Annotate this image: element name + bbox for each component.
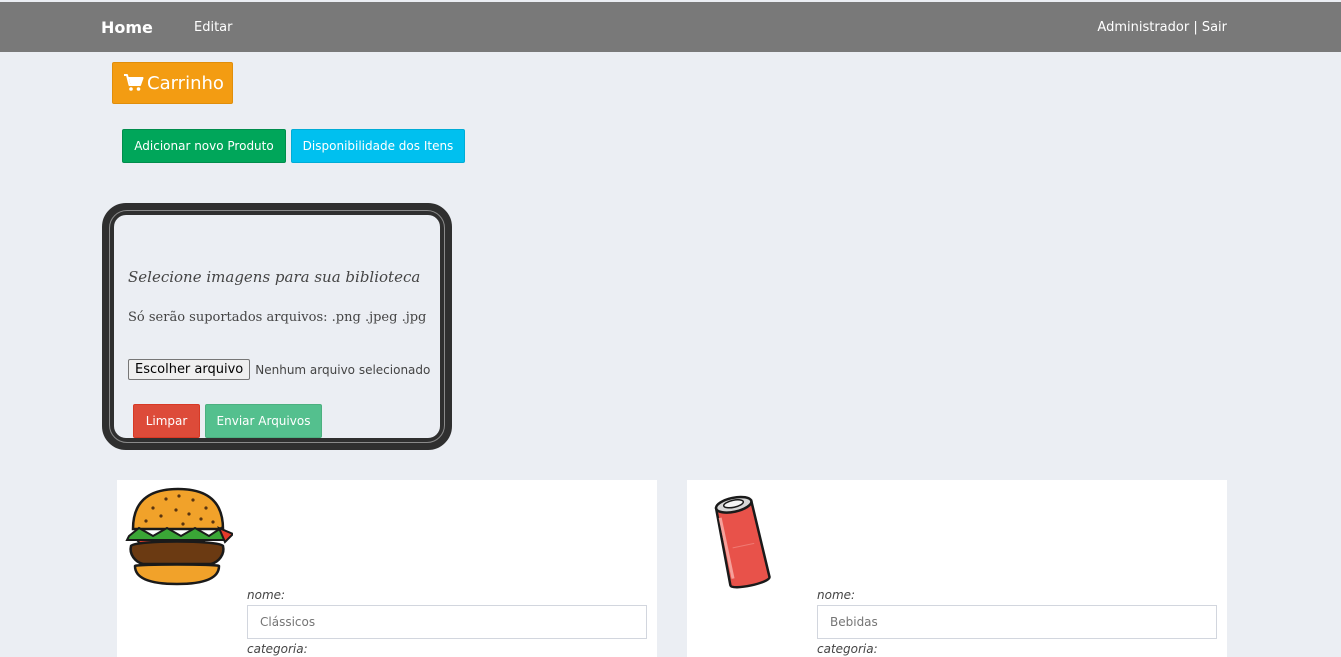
cart-button-label: Carrinho: [147, 72, 224, 94]
upload-title: Selecione imagens para sua biblioteca: [128, 268, 421, 286]
nav-user-logout-link[interactable]: Administrador | Sair: [1097, 20, 1227, 35]
product-category-label: categoria:: [247, 642, 308, 656]
product-name-input[interactable]: [817, 605, 1217, 639]
product-card: nome: categoria:: [687, 480, 1227, 657]
product-category-label: categoria:: [817, 642, 878, 656]
nav-edit-link[interactable]: Editar: [194, 20, 233, 35]
product-name-label: nome:: [247, 588, 286, 602]
upload-supported-formats: Só serão suportados arquivos: .png .jpeg…: [128, 310, 427, 325]
file-status-text: Nenhum arquivo selecionado: [255, 362, 431, 377]
product-name-input[interactable]: [247, 605, 647, 639]
clear-button[interactable]: Limpar: [133, 404, 200, 438]
file-input: Escolher arquivo Nenhum arquivo selecion…: [128, 359, 430, 380]
availability-button[interactable]: Disponibilidade dos Itens: [291, 129, 465, 163]
cart-button[interactable]: Carrinho: [112, 62, 233, 104]
shopping-cart-icon: [124, 74, 144, 92]
choose-file-button[interactable]: Escolher arquivo: [128, 359, 251, 380]
soda-can-icon: [691, 484, 791, 598]
top-navbar: Home Editar Administrador | Sair: [0, 2, 1341, 52]
product-card: nome: categoria:: [117, 480, 657, 657]
send-files-button[interactable]: Enviar Arquivos: [205, 404, 322, 438]
nav-home-link[interactable]: Home: [101, 18, 153, 37]
product-name-label: nome:: [817, 588, 856, 602]
upload-panel: Selecione imagens para sua biblioteca Só…: [102, 203, 452, 450]
hamburger-icon: [121, 484, 235, 592]
add-product-button[interactable]: Adicionar novo Produto: [122, 129, 286, 163]
